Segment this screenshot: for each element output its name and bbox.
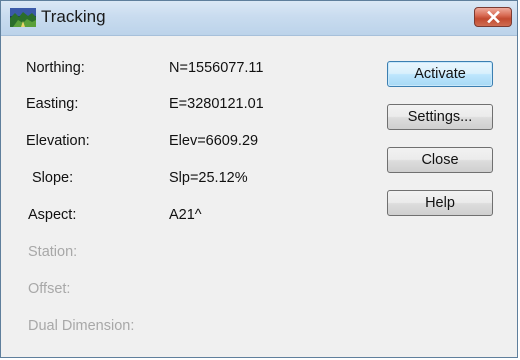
title-bar[interactable]: Tracking <box>1 1 517 36</box>
slope-value: Slp=25.12% <box>169 170 248 186</box>
northing-label: Northing: <box>26 60 85 76</box>
settings-button[interactable]: Settings... <box>387 104 493 130</box>
activate-button[interactable]: Activate <box>387 61 493 87</box>
slope-label: Slope: <box>32 170 74 186</box>
aspect-value: A21^ <box>169 207 202 223</box>
easting-value: E=3280121.01 <box>169 96 264 112</box>
station-label: Station: <box>28 244 78 260</box>
elevation-label: Elevation: <box>26 133 90 149</box>
help-button[interactable]: Help <box>387 190 493 216</box>
close-icon <box>487 11 500 23</box>
dual-dimension-label: Dual Dimension: <box>28 318 135 334</box>
elevation-value: Elev=6609.29 <box>169 133 259 149</box>
easting-label: Easting: <box>26 96 79 112</box>
offset-label: Offset: <box>28 281 71 297</box>
window-title: Tracking <box>41 7 106 26</box>
dialog-content: Northing: N=1556077.11 Easting: E=328012… <box>1 36 517 357</box>
close-window-button[interactable] <box>474 7 512 27</box>
tracking-dialog: Tracking Northing: N=1556077.11 Easting:… <box>0 0 518 358</box>
aspect-label: Aspect: <box>28 207 77 223</box>
close-button[interactable]: Close <box>387 147 493 173</box>
northing-value: N=1556077.11 <box>169 60 264 76</box>
landscape-icon <box>10 8 36 27</box>
